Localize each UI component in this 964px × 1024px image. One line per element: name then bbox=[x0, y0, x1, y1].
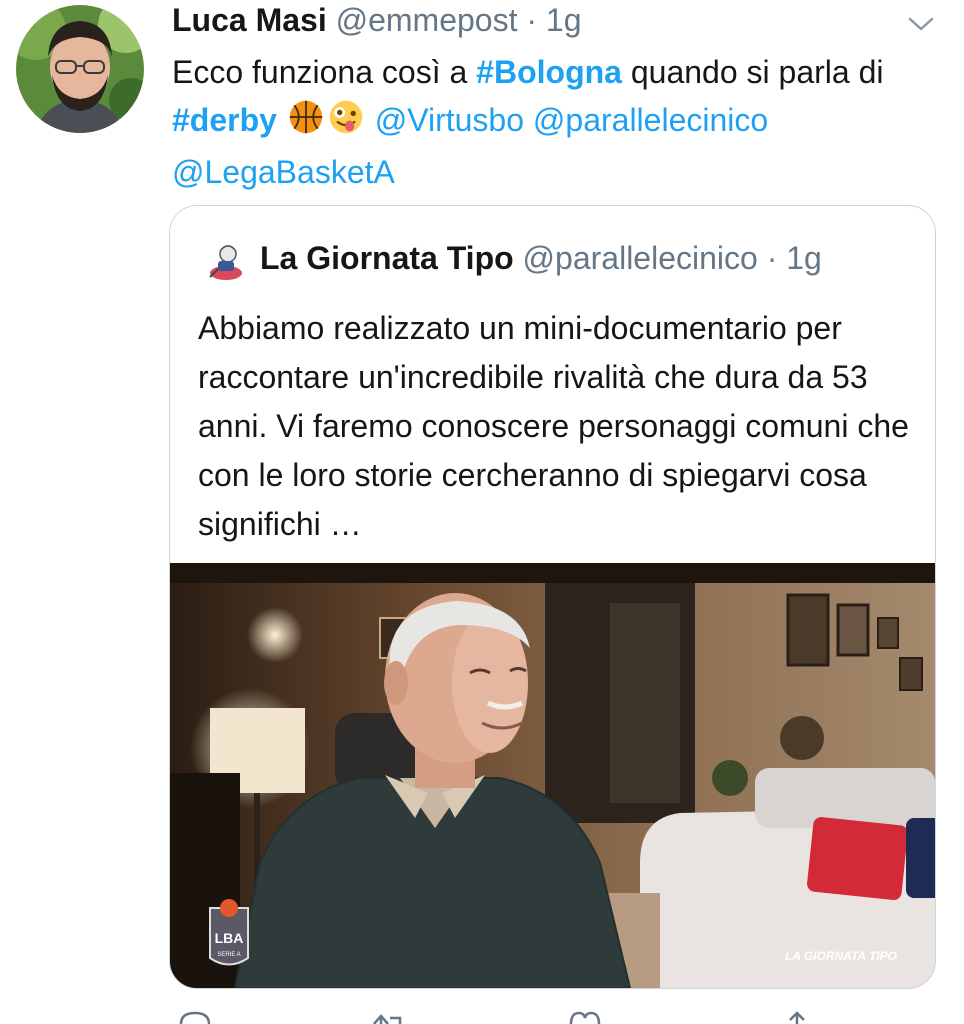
quoted-media-image[interactable]: LBA SERIE A LA GIORNATA TIPO bbox=[170, 563, 935, 988]
basketball-icon bbox=[286, 99, 326, 148]
mention-legabasketa[interactable]: @LegaBasketA bbox=[172, 154, 395, 190]
quoted-text: Abbiamo realizzato un mini-documentario … bbox=[198, 310, 909, 542]
quoted-time[interactable]: · 1g bbox=[767, 240, 822, 276]
tweet-text-part: Ecco funziona così a bbox=[172, 54, 477, 90]
quoted-author-name[interactable]: La Giornata Tipo bbox=[260, 240, 514, 276]
reply-icon[interactable] bbox=[178, 1010, 212, 1024]
retweet-icon[interactable] bbox=[370, 1010, 404, 1024]
quoted-avatar[interactable] bbox=[204, 239, 248, 283]
quoted-tweet[interactable]: La Giornata Tipo @parallelecinico · 1g A… bbox=[169, 205, 936, 989]
author-avatar[interactable] bbox=[16, 5, 144, 133]
author-name[interactable]: Luca Masi bbox=[172, 2, 327, 38]
hashtag-derby[interactable]: #derby bbox=[172, 102, 277, 138]
lba-logo: LBA SERIE A bbox=[209, 899, 249, 966]
chevron-down-icon[interactable] bbox=[906, 12, 936, 36]
like-icon[interactable] bbox=[568, 1010, 602, 1024]
tweet-text: Ecco funziona così a #Bologna quando si … bbox=[172, 48, 912, 196]
zany-face-icon bbox=[326, 99, 366, 148]
giornata-tipo-watermark: LA GIORNATA TIPO bbox=[785, 949, 898, 963]
lba-logo-subtext: SERIE A bbox=[217, 952, 240, 958]
mention-parallelecinico[interactable]: @parallelecinico bbox=[533, 102, 768, 138]
tweet-time[interactable]: · 1g bbox=[526, 2, 581, 38]
mention-virtusbo[interactable]: @Virtusbo bbox=[375, 102, 524, 138]
tweet-header: Luca Masi @emmepost · 1g bbox=[172, 0, 582, 40]
tweet-actions bbox=[170, 1010, 930, 1024]
tweet-text-part: quando si parla di bbox=[621, 54, 884, 90]
quoted-header: La Giornata Tipo @parallelecinico · 1g bbox=[204, 236, 822, 280]
quoted-author-handle[interactable]: @parallelecinico bbox=[523, 240, 758, 276]
author-handle[interactable]: @emmepost bbox=[336, 2, 518, 38]
lba-logo-text: LBA bbox=[215, 930, 244, 946]
hashtag-bologna[interactable]: #Bologna bbox=[476, 54, 622, 90]
share-icon[interactable] bbox=[780, 1010, 814, 1024]
